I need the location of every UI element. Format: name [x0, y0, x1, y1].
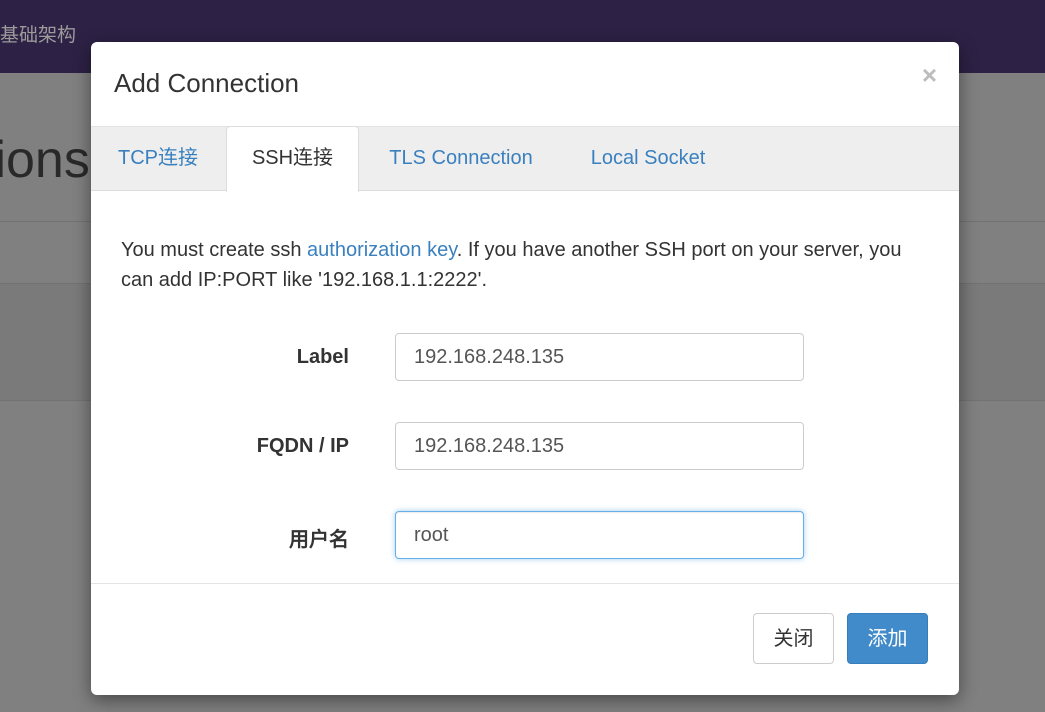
- label-field-label: Label: [296, 346, 349, 368]
- navbar-brand[interactable]: 基础架构: [0, 20, 76, 47]
- modal-header: Add Connection ×: [91, 42, 959, 126]
- modal-title: Add Connection: [114, 68, 300, 98]
- fqdn-field-label: FQDN / IP: [256, 435, 349, 457]
- modal-footer-divider: [91, 583, 959, 584]
- add-button[interactable]: 添加: [847, 613, 928, 664]
- tab-tcp[interactable]: TCP连接: [91, 127, 225, 190]
- authorization-key-link[interactable]: authorization key: [307, 239, 457, 261]
- tab-tls[interactable]: TLS Connection: [367, 127, 555, 190]
- label-input[interactable]: [395, 333, 804, 381]
- page-heading: tions: [0, 131, 90, 189]
- connection-type-tabs: TCP连接 SSH连接 TLS Connection Local Socket: [91, 126, 959, 192]
- fqdn-input[interactable]: [395, 422, 804, 470]
- tab-local-socket[interactable]: Local Socket: [565, 127, 731, 190]
- username-input[interactable]: [395, 511, 804, 559]
- username-field-label: 用户名: [289, 527, 349, 551]
- tab-ssh[interactable]: SSH连接: [226, 126, 359, 192]
- close-icon[interactable]: ×: [922, 62, 937, 88]
- ssh-info-text: You must create ssh authorization key. I…: [121, 239, 902, 291]
- close-button[interactable]: 关闭: [753, 613, 834, 664]
- add-connection-modal: Add Connection × TCP连接 SSH连接 TLS Connect…: [91, 42, 959, 695]
